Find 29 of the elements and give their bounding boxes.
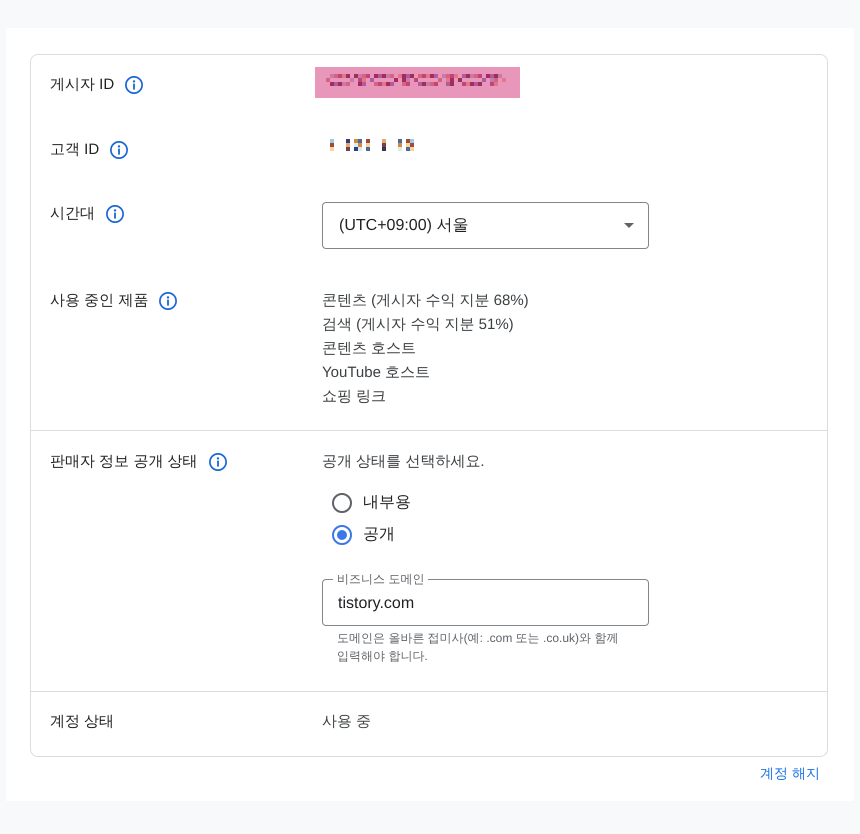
info-icon[interactable] bbox=[110, 141, 128, 159]
info-icon[interactable] bbox=[208, 453, 227, 471]
product-item: 쇼핑 링크 bbox=[322, 387, 386, 407]
status-value: 사용 중 bbox=[322, 712, 372, 732]
row-label: 고객 ID bbox=[50, 140, 100, 160]
radio-button[interactable] bbox=[332, 493, 352, 513]
info-icon[interactable] bbox=[106, 205, 124, 223]
product-item: 콘텐츠 (게시자 수익 지분 68%) bbox=[322, 291, 529, 311]
domain-field[interactable]: 비즈니스 도메인 tistory.com bbox=[322, 572, 649, 626]
domain-input[interactable]: tistory.com bbox=[338, 586, 633, 622]
close-account-link[interactable]: 계정 해지 bbox=[752, 764, 828, 782]
radio-label[interactable]: 공개 bbox=[363, 523, 395, 547]
caret-icon bbox=[624, 223, 634, 228]
radio-label[interactable]: 내부용 bbox=[363, 491, 411, 515]
row-label: 사용 중인 제품 bbox=[50, 291, 148, 311]
info-icon[interactable] bbox=[125, 76, 144, 94]
prompt-text: 공개 상태를 선택하세요. bbox=[322, 452, 485, 472]
product-item: 콘텐츠 호스트 bbox=[322, 339, 416, 359]
row-label: 게시자 ID bbox=[50, 75, 114, 95]
row-label: 시간대 bbox=[50, 204, 95, 224]
helper-text: 도메인은 올바른 접미사(예: .com 또는 .co.uk)와 함께 입력해야 합니다. bbox=[336, 630, 620, 665]
radio-button[interactable] bbox=[332, 525, 352, 545]
row-label: 판매자 정보 공개 상태 bbox=[50, 452, 198, 472]
timezone-dropdown[interactable]: (UTC+09:00) 서울 bbox=[322, 202, 649, 249]
product-item: 검색 (게시자 수익 지분 51%) bbox=[322, 315, 514, 335]
product-item: YouTube 호스트 bbox=[322, 363, 430, 383]
field-label: 비즈니스 도메인 bbox=[336, 572, 426, 586]
row-label: 계정 상태 bbox=[50, 712, 114, 732]
info-icon[interactable] bbox=[159, 292, 178, 310]
